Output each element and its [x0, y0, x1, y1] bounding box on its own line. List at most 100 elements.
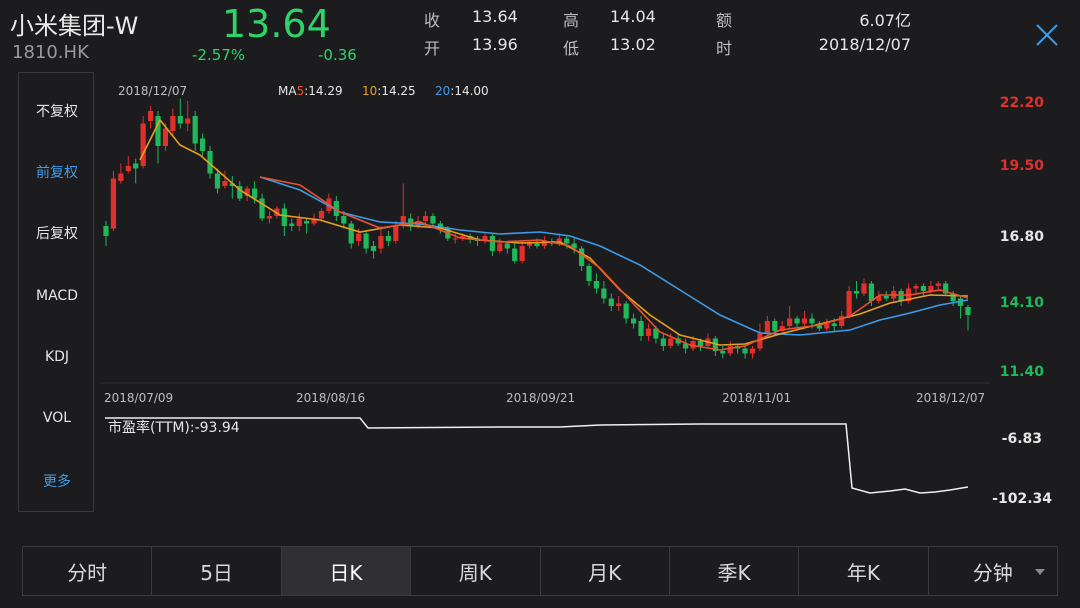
candle-body: [341, 216, 347, 224]
candle-body: [170, 116, 176, 131]
candle-body: [526, 243, 533, 246]
candle-body: [578, 248, 585, 266]
candle-body: [110, 178, 117, 229]
candle-body: [370, 246, 377, 251]
ma20-line: [259, 176, 969, 336]
candle-body: [147, 111, 154, 121]
ma-prefix: MA: [278, 84, 297, 98]
candle-body: [296, 218, 302, 226]
ma10-period: 10: [362, 84, 377, 98]
candle-body: [266, 216, 273, 219]
ma20-period: 20: [435, 84, 450, 98]
candle-body: [125, 166, 131, 171]
candle-body: [668, 338, 674, 346]
date-tick-4: 2018/11/01: [722, 391, 791, 405]
candle-body: [504, 243, 510, 249]
candle-body: [742, 348, 748, 354]
candle-body: [883, 296, 889, 299]
candle-body: [831, 323, 837, 326]
tab-minute-label: 分钟: [972, 560, 1013, 585]
ma20-value: :14.00: [450, 84, 488, 98]
dropdown-caret-icon: [1035, 569, 1045, 575]
candle-body: [378, 236, 384, 249]
pe-label: 市盈率(TTM):-93.94: [108, 419, 240, 436]
candle-body: [608, 298, 614, 306]
candle-body: [660, 338, 666, 346]
candle-body: [749, 348, 756, 354]
candle-body: [623, 303, 629, 319]
candle-body: [564, 238, 570, 244]
candle-body: [534, 243, 540, 246]
candle-body: [200, 138, 206, 151]
candle-body: [519, 246, 525, 261]
candle-body: [103, 226, 109, 236]
tab-yearly[interactable]: 年K: [799, 547, 929, 595]
candle-body: [631, 318, 637, 324]
candle-body: [512, 248, 518, 261]
price-tick-3: 16.80: [1000, 229, 1045, 245]
candle-body: [222, 181, 228, 186]
tab-weekly[interactable]: 周K: [411, 547, 541, 595]
candle-body: [794, 318, 800, 324]
candle-body: [363, 233, 369, 249]
candle-body: [593, 281, 600, 289]
candle-body: [192, 116, 198, 144]
date-tick-5: 2018/12/07: [916, 391, 985, 405]
candle-body: [616, 303, 622, 306]
date-tick-1: 2018/07/09: [104, 391, 173, 405]
candle-body: [772, 321, 778, 331]
candle-body: [304, 221, 310, 224]
candle-body: [497, 243, 503, 251]
candle-body: [489, 236, 496, 251]
tab-quarterly[interactable]: 季K: [670, 547, 800, 595]
candle-body: [638, 321, 644, 336]
ma10-value: :14.25: [377, 84, 415, 98]
pe-tick-top: -6.83: [1002, 431, 1042, 447]
date-tick-3: 2018/09/21: [506, 391, 575, 405]
candle-body: [801, 318, 808, 324]
price-tick-5: 11.40: [1000, 364, 1045, 380]
hover-date: 2018/12/07: [118, 84, 187, 98]
candle-body: [928, 286, 934, 291]
tab-daily[interactable]: 日K: [281, 547, 412, 595]
candle-body: [356, 233, 362, 241]
candle-body: [853, 291, 860, 294]
kline-chart[interactable]: 2018/12/07 MA5:14.29 10:14.25 20:14.00 2…: [0, 0, 1080, 540]
price-tick-1: 22.20: [1000, 95, 1045, 111]
candle-body: [898, 291, 904, 301]
candle-body: [697, 341, 704, 346]
candle-body: [601, 288, 607, 299]
ma5-line: [259, 176, 969, 351]
candle-body: [252, 188, 258, 199]
candle-body: [393, 226, 399, 241]
ma-legend: MA5:14.29 10:14.25 20:14.00: [278, 84, 489, 98]
candle-body: [586, 266, 592, 281]
date-tick-2: 2018/08/16: [296, 391, 365, 405]
candle-body: [809, 318, 815, 324]
tab-intraday[interactable]: 分时: [23, 547, 153, 595]
candle-body: [214, 173, 221, 189]
candle-body: [133, 163, 139, 169]
tab-5day[interactable]: 5日: [152, 547, 282, 595]
candle-body: [259, 198, 265, 219]
candle-body: [727, 346, 733, 354]
tab-minute[interactable]: 分钟: [929, 547, 1057, 595]
candle-body: [965, 307, 971, 315]
candle-body: [185, 118, 191, 124]
candle-body: [177, 116, 183, 124]
candle-body: [118, 173, 124, 181]
candle-body: [861, 283, 867, 294]
candle-body: [764, 321, 770, 334]
candle-body: [162, 128, 169, 146]
ma5-value: :14.29: [304, 84, 342, 98]
tab-monthly[interactable]: 月K: [541, 547, 670, 595]
candle-body: [348, 223, 354, 244]
candle-body: [422, 216, 429, 221]
period-tab-bar: 分时 5日 日K 周K 月K 季K 年K 分钟: [22, 546, 1058, 596]
price-tick-2: 19.50: [1000, 158, 1045, 174]
candle-body: [140, 123, 146, 166]
candle-body: [281, 208, 287, 226]
candle-body: [920, 286, 927, 291]
candle-body: [289, 223, 295, 226]
candle-body: [645, 328, 652, 336]
